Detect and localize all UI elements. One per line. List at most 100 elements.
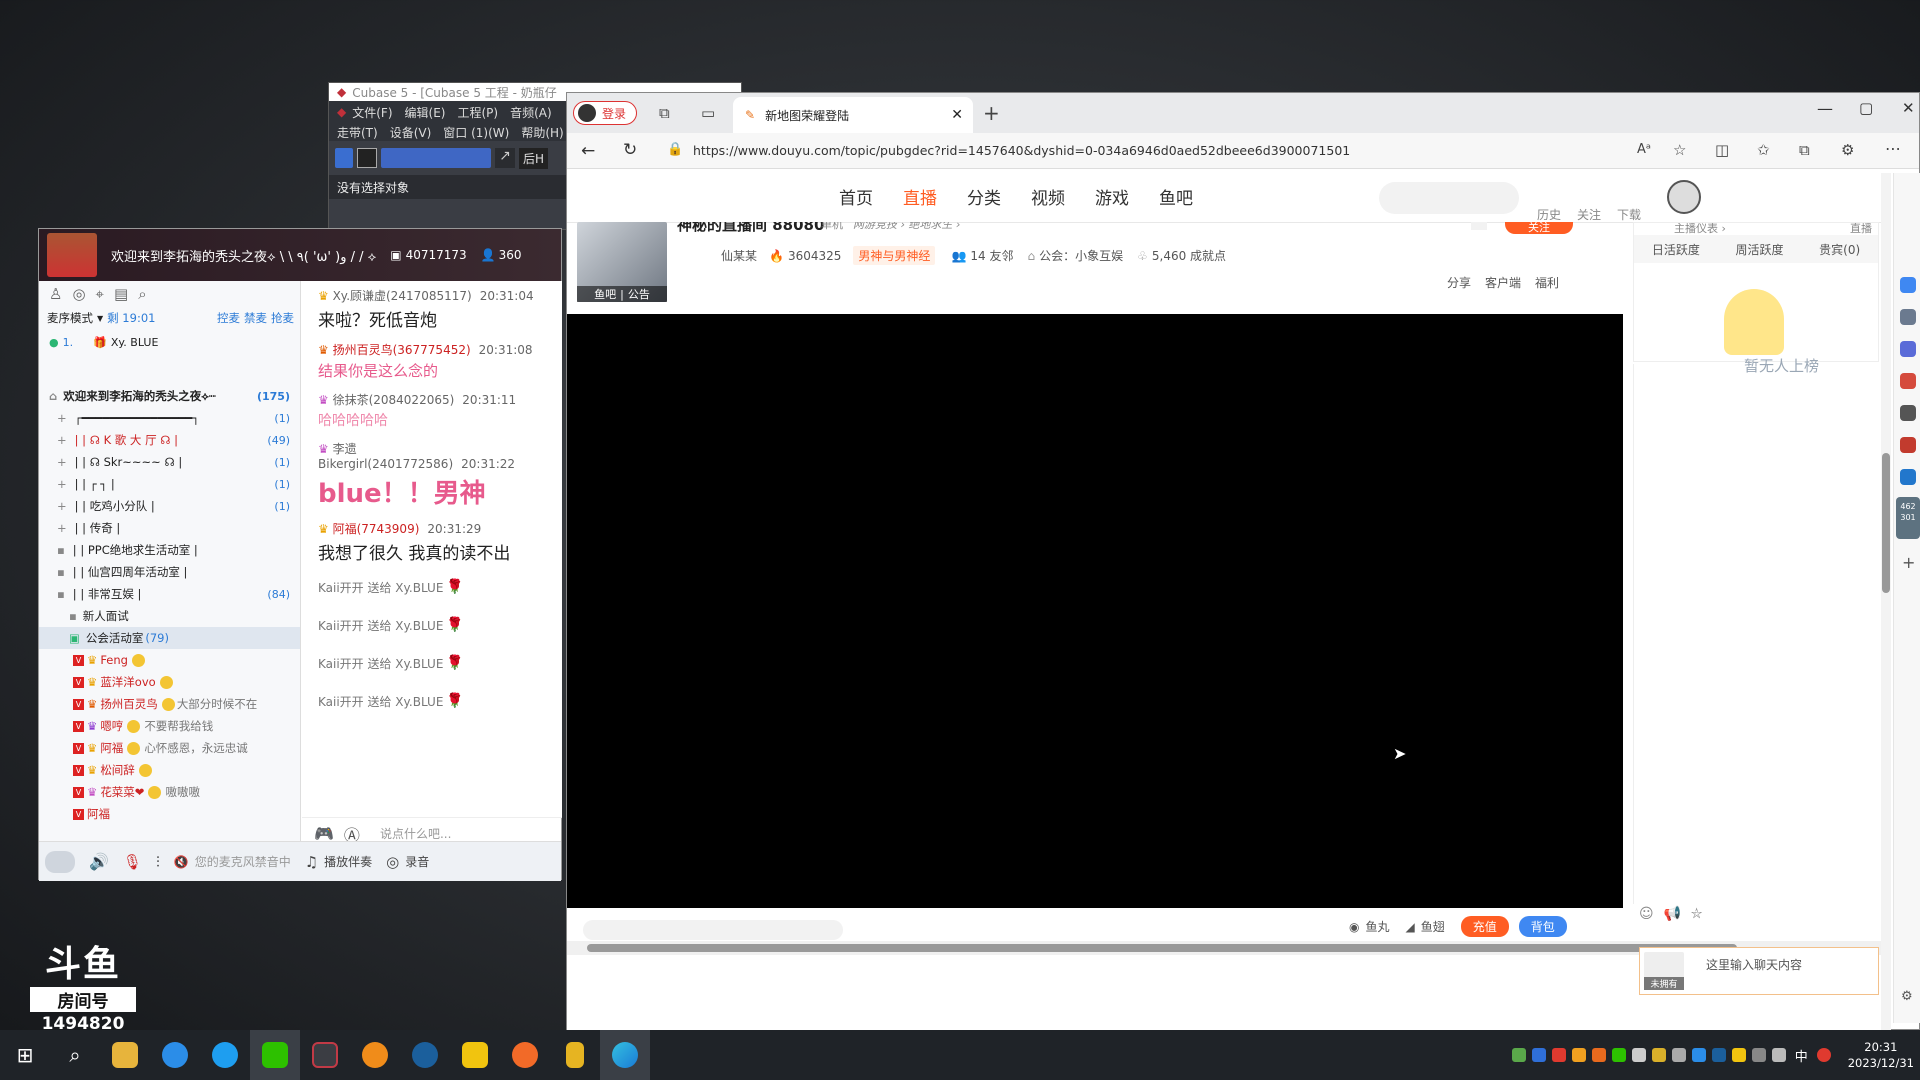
start-button[interactable]: ⊞ — [0, 1030, 50, 1080]
taskbar-cubase[interactable] — [300, 1030, 350, 1080]
nav-game[interactable]: 游戏 — [1095, 184, 1129, 209]
collections-icon[interactable]: ⧉ — [659, 104, 670, 122]
list-icon[interactable]: ▤ — [114, 285, 128, 303]
mic-icon[interactable]: 🎙 — [123, 853, 142, 871]
follow-button[interactable]: 关注 — [1505, 222, 1573, 234]
tree-channel[interactable]: + | | ┌ ┐ | (1) — [39, 473, 300, 495]
ban-mic-link[interactable]: 禁麦 — [244, 310, 267, 326]
tray-mic-icon[interactable] — [1631, 1048, 1646, 1062]
mixer-icon[interactable]: ⫶ — [156, 853, 160, 871]
tray-network-icon[interactable] — [1511, 1048, 1526, 1062]
cubase-record-icon[interactable] — [357, 148, 377, 168]
tree-channel[interactable]: + ┌━━━━━━━━━━━━━━━━┐ (1) — [39, 407, 300, 429]
sidebar-speed-widget[interactable]: 462 301 — [1896, 497, 1920, 539]
emoji-icon[interactable]: ☺ — [1639, 906, 1654, 922]
taskbar-qq[interactable] — [200, 1030, 250, 1080]
tray-volume-icon[interactable] — [1771, 1048, 1786, 1062]
url-field[interactable]: https://www.douyu.com/topic/pubgdec?rid=… — [693, 143, 1350, 158]
member-row[interactable]: V ♛ 嗯哼 不要帮我给钱 — [39, 715, 300, 737]
tray-steam-icon[interactable] — [1711, 1048, 1726, 1062]
cubase-curve-icon[interactable]: ↗ — [495, 148, 515, 168]
tray-shield-icon[interactable] — [1531, 1048, 1546, 1062]
chat-input[interactable]: 说点什么吧... — [380, 825, 451, 842]
minimize-icon[interactable]: — — [1817, 99, 1833, 118]
scrollbar-thumb[interactable] — [587, 944, 1737, 952]
tree-channel[interactable]: ▪ | | PPC绝地求生活动室 | — [39, 539, 300, 561]
avatar-tab-notice[interactable]: 公告 — [628, 286, 650, 302]
chat-user[interactable]: 徐抹茶(2084022065) — [333, 393, 455, 407]
cubase-menu-transport[interactable]: 走带(T) — [337, 124, 378, 141]
share-button[interactable]: 分享 — [1447, 274, 1471, 291]
fan-badge-icon[interactable]: ⛥ — [1691, 906, 1702, 922]
settings-icon[interactable] — [1471, 222, 1487, 230]
sub-channel[interactable]: ▪ 新人面试 — [39, 605, 300, 627]
tree-channel[interactable]: ▪ | | 仙宫四周年活动室 | — [39, 561, 300, 583]
taskbar-edge[interactable] — [600, 1030, 650, 1080]
clock[interactable]: 20:31 2023/12/31 — [1848, 1039, 1914, 1071]
cubase-menu-help[interactable]: 帮助(H) — [521, 124, 563, 141]
tray-sogou-icon[interactable] — [1816, 1048, 1831, 1062]
tab-active[interactable]: ✎ 新地图荣耀登陆 ✕ — [733, 97, 973, 133]
rank-tab-weekly[interactable]: 周活跃度 — [1736, 241, 1784, 258]
welfare-button[interactable]: 福利 — [1535, 274, 1559, 291]
cubase-power-icon[interactable] — [335, 148, 353, 168]
mic-queue-item[interactable]: ● 1. 🎁 Xy. BLUE — [39, 329, 300, 355]
mic-mode-select[interactable]: 麦序模式 — [47, 310, 93, 326]
tray-g-icon[interactable] — [1651, 1048, 1666, 1062]
client-button[interactable]: 客户端 — [1485, 274, 1521, 291]
location-icon[interactable]: ⌖ — [96, 285, 104, 303]
taskbar-wechat[interactable] — [250, 1030, 300, 1080]
room-guild[interactable]: 公会：小象互娱 — [1039, 247, 1123, 264]
refresh-icon[interactable]: ↻ — [623, 140, 637, 160]
user-avatar[interactable] — [1667, 180, 1701, 214]
lock-icon[interactable]: 🔒 — [667, 142, 683, 157]
split-screen-icon[interactable]: ◫ — [1715, 141, 1729, 159]
nav-yuba[interactable]: 鱼吧 — [1159, 184, 1193, 209]
history-link[interactable]: 历史 — [1537, 206, 1561, 223]
streamer-name[interactable]: 仙某某 — [721, 247, 757, 264]
tray-game-icon[interactable] — [1591, 1048, 1606, 1062]
member-row[interactable]: V ♛ 扬州百灵鸟 大部分时候不在 — [39, 693, 300, 715]
rank-tab-vip[interactable]: 贵宾(0) — [1819, 241, 1860, 258]
cubase-menu-project[interactable]: 工程(P) — [457, 104, 498, 121]
more-menu-icon[interactable]: ⋯ — [1885, 139, 1901, 158]
extensions-icon[interactable]: ⚙ — [1841, 141, 1854, 159]
nav-live[interactable]: 直播 — [903, 184, 937, 209]
back-icon[interactable]: ← — [581, 141, 595, 161]
site-search-box[interactable] — [1379, 182, 1519, 214]
tray-kugou-icon[interactable] — [1691, 1048, 1706, 1062]
cubase-tools-icons[interactable] — [381, 148, 491, 168]
chat-user[interactable]: Xy.顾谦虚(2417085117) — [333, 289, 472, 303]
rank-top-link[interactable]: 主播仪表 › — [1674, 223, 1726, 234]
taskbar-app-file[interactable] — [550, 1030, 600, 1080]
record-button[interactable]: 录音 — [405, 853, 429, 870]
room-category[interactable]: 单机 — [821, 222, 843, 234]
sidebar-settings-icon[interactable]: ⚙ — [1901, 989, 1913, 1004]
tab-actions-icon[interactable]: ▭ — [701, 104, 715, 122]
member-row[interactable]: V ♛ 蓝洋洋ovo — [39, 671, 300, 693]
avatar-tab-yuba[interactable]: 鱼吧 — [594, 286, 616, 302]
grab-mic-link[interactable]: 抢麦 — [271, 310, 294, 326]
favorite-star-icon[interactable]: ☆ — [1673, 141, 1686, 159]
member-row[interactable]: V ♛ 花菜菜❤ 嗷嗷嗷 — [39, 781, 300, 803]
sidebar-bag-icon[interactable] — [1900, 373, 1916, 389]
page-scrollbar-thumb[interactable] — [1882, 453, 1890, 593]
rank-tab-daily[interactable]: 日活跃度 — [1652, 241, 1700, 258]
chat-user[interactable]: 李遗Bikergirl(2401772586) — [318, 442, 453, 471]
room-breadcrumb[interactable]: 网游竞技 › 绝地求生 › — [853, 222, 960, 234]
tray-yy-icon[interactable] — [1731, 1048, 1746, 1062]
rank-top-link2[interactable]: 直播 — [1850, 223, 1872, 234]
tree-root-channel[interactable]: ⌂ 欢迎来到李拓海的秃头之夜⟡┉ (175) — [39, 385, 300, 407]
sidebar-outlook-icon[interactable] — [1900, 469, 1916, 485]
login-button[interactable]: 登录 — [573, 101, 638, 125]
room-tag[interactable]: 男神与男神经 — [853, 246, 936, 265]
member-row[interactable]: V ♛ 阿福 心怀感恩，永远忠诚 — [39, 737, 300, 759]
taskbar-search[interactable]: ⌕ — [50, 1030, 100, 1080]
sidebar-add-icon[interactable]: + — [1902, 553, 1915, 572]
cubase-menu-edit[interactable]: 编辑(E) — [405, 104, 446, 121]
sidebar-person-icon[interactable] — [1900, 405, 1916, 421]
maximize-icon[interactable]: ▢ — [1859, 99, 1873, 117]
sidebar-search-icon[interactable] — [1900, 309, 1916, 325]
new-tab-icon[interactable]: + — [983, 101, 1000, 125]
tree-channel[interactable]: + | | 传奇 | — [39, 517, 300, 539]
